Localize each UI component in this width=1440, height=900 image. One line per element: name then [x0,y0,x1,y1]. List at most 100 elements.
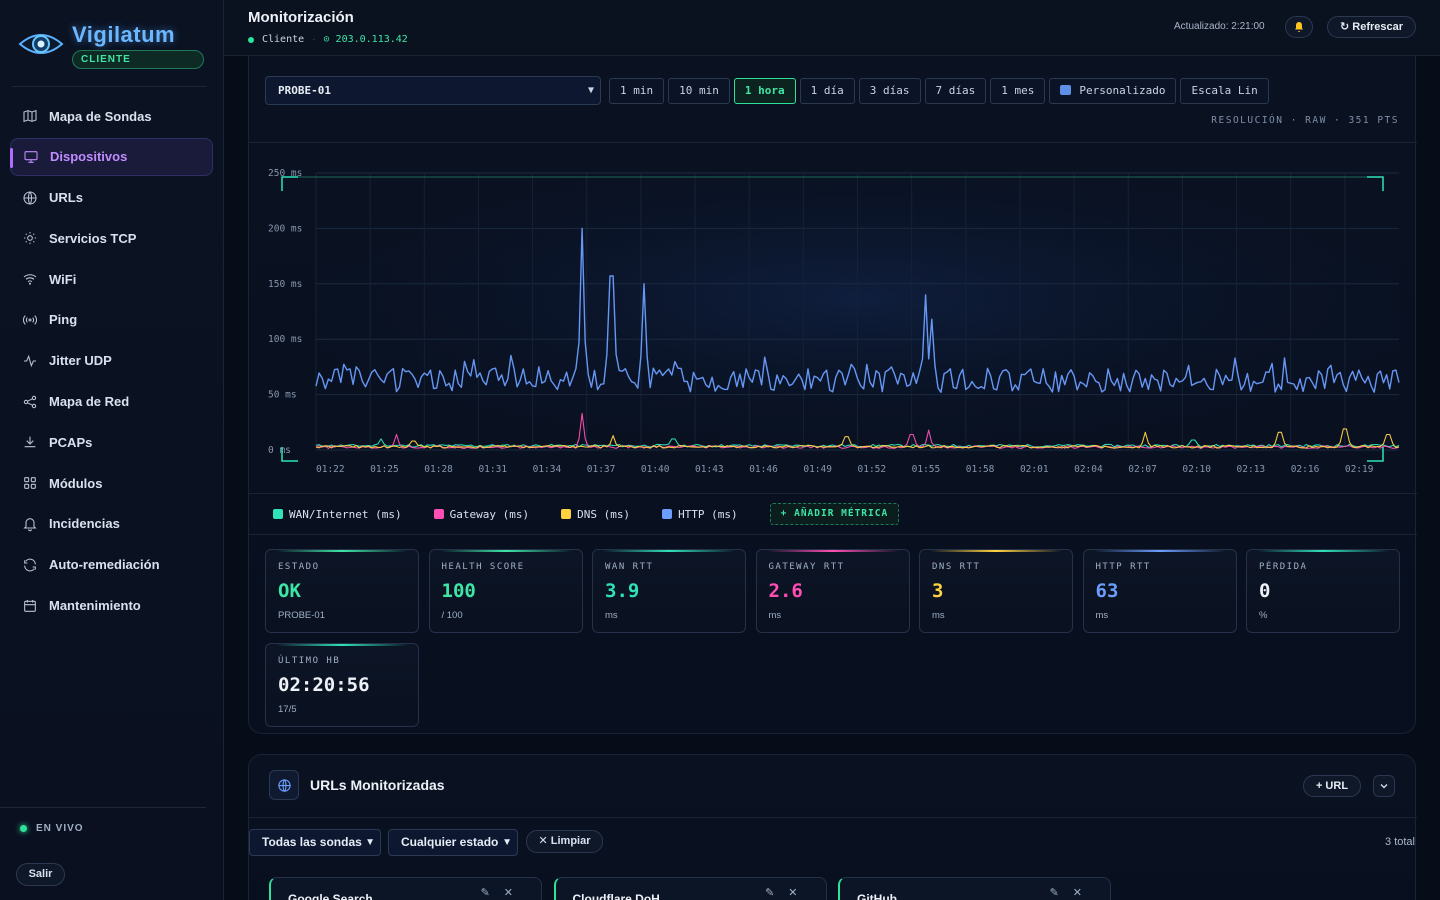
close-icon[interactable]: ✕ [788,887,811,899]
metric-card: HTTP RTT 63 ms [1082,549,1237,633]
sidebar-item-mapa-de-sondas[interactable]: Mapa de Sondas [10,97,213,135]
divider [0,807,206,808]
status-dot-icon [248,36,254,43]
sidebar-item-servicios-tcp[interactable]: Servicios TCP [10,219,213,257]
url-card-actions: ✎✕ [765,886,811,899]
metric-unit: % [1259,610,1268,621]
range-button[interactable]: 10 min [668,78,730,104]
sidebar-item-dispositivos[interactable]: Dispositivos [10,137,213,176]
latency-chart[interactable]: 250 ms 200 ms 150 ms 100 ms 50 ms 0 ms 01:22 01… [249,142,1417,494]
range-button[interactable]: 7 días [924,78,987,104]
calendar-icon [24,599,36,612]
legend-item[interactable]: Gateway (ms) [433,508,529,521]
metric-label: HEALTH SCORE [441,562,525,572]
wifi-icon [23,274,37,285]
sidebar-item-jitter-udp[interactable]: Jitter UDP [10,342,213,380]
x-tick-label: 01:43 [695,464,724,475]
probe-select[interactable]: PROBE-01 ▼ [265,76,601,105]
range-button[interactable]: 1 min [609,78,665,104]
x-tick-label: 02:07 [1128,464,1157,475]
logout-button[interactable]: Salir [16,863,65,886]
x-tick-label: 01:55 [912,464,941,475]
sidebar-item-módulos[interactable]: Módulos [10,464,213,502]
card-accent-bar [930,550,1062,552]
metric-value: 02:20:56 [278,674,370,696]
close-icon[interactable]: ✕ [504,887,527,899]
sidebar-item-ping[interactable]: Ping [10,301,213,339]
y-tick-label: 50 ms [268,390,297,401]
legend-item[interactable]: HTTP (ms) [662,508,738,521]
metric-value: 0 [1259,580,1271,602]
refresh-icon [24,558,36,572]
updated-timestamp: Actualizado: 2:21:00 [1174,21,1265,32]
brand[interactable]: Vigilatum CLIENTE [16,22,208,72]
sidebar-item-label: Mapa de Sondas [49,108,152,124]
chevron-down-icon: ▼ [502,837,512,848]
range-button[interactable]: 1 hora [733,78,796,104]
probe-filter-value: Todas las sondas [262,835,362,849]
edit-icon[interactable]: ✎ [765,887,788,899]
custom-range-button[interactable]: Personalizado [1049,78,1177,104]
legend-swatch [273,509,283,519]
sidebar-item-pcaps[interactable]: PCAPs [10,423,213,461]
url-card[interactable]: Cloudflare DoH ✎✕ [553,877,827,900]
card-accent-bar [276,550,408,552]
eye-logo-icon [18,34,64,54]
sidebar-item-incidencias[interactable]: Incidencias [10,505,213,543]
add-url-button[interactable]: + URL [1303,775,1361,797]
share-icon [23,395,37,408]
metric-value: OK [278,580,301,602]
metric-value: 100 [441,580,476,602]
sidebar-item-label: WiFi [49,271,77,287]
sidebar-item-label: Jitter UDP [49,353,112,369]
metric-card: ÚLTIMO HB 02:20:56 17/5 [265,643,419,727]
range-button[interactable]: 1 día [799,78,855,104]
sidebar-item-label: URLs [49,190,83,206]
chart-legend: WAN/Internet (ms) Gateway (ms) DNS (ms) HTT… [273,503,900,525]
range-button[interactable]: 1 mes [990,78,1046,104]
y-tick-label: 100 ms [268,334,302,345]
y-tick-label: 0 ms [268,445,291,456]
state-filter-select[interactable]: Cualquier estado ▼ [388,829,518,856]
sidebar-item-label: Servicios TCP [49,230,137,246]
sidebar-item-mapa-de-red[interactable]: Mapa de Red [10,383,213,421]
legend-item[interactable]: WAN/Internet (ms) [273,508,402,521]
sidebar-item-label: Módulos [49,475,103,491]
metric-unit: PROBE-01 [278,610,325,621]
notifications-button[interactable] [1285,16,1313,38]
top-header: Monitorización Cliente · ⊙ 203.0.113.42 … [224,0,1440,56]
url-card-title: Cloudflare DoH [572,892,660,900]
metric-card: ESTADO OK PROBE-01 [265,549,419,633]
probe-select-value: PROBE-01 [278,84,331,97]
range-button[interactable]: 3 días [858,78,921,104]
x-tick-label: 01:34 [533,464,562,475]
card-accent-bar [276,644,408,646]
probe-filter-select[interactable]: Todas las sondas ▼ [249,829,381,856]
url-card[interactable]: Google Search ✎✕ [269,877,542,900]
metric-label: DNS RTT [932,562,981,572]
calendar-icon [1060,85,1072,95]
edit-icon[interactable]: ✎ [1050,887,1073,899]
card-accent-bar [766,550,899,552]
add-metric-button[interactable]: + AÑADIR MÉTRICA [769,503,900,525]
sidebar-item-mantenimiento[interactable]: Mantenimiento [10,587,213,625]
metric-label: HTTP RTT [1095,562,1151,572]
sidebar-item-urls[interactable]: URLs [10,179,213,217]
close-icon[interactable]: ✕ [1073,887,1096,899]
sidebar-item-auto-remediación[interactable]: Auto-remediación [10,546,213,584]
sidebar-item-wifi[interactable]: WiFi [10,260,213,298]
collapse-button[interactable] [1373,775,1395,797]
refresh-button[interactable]: ↻ Refrescar [1327,16,1416,38]
x-tick-label: 01:52 [858,464,887,475]
clear-filters-button[interactable]: ✕ Limpiar [526,830,603,853]
url-card[interactable]: GitHub ✎✕ [838,877,1111,900]
role-badge: CLIENTE [72,50,204,69]
sidebar: Vigilatum CLIENTE Mapa de Sondas Disposit… [0,0,224,900]
card-accent-bar [1257,550,1389,552]
legend-item[interactable]: DNS (ms) [561,508,630,521]
resolution-label: RESOLUCIÓN · RAW · 351 PTS [1211,115,1399,126]
scale-toggle-button[interactable]: Escala Lin [1180,78,1269,104]
edit-icon[interactable]: ✎ [481,887,504,899]
metric-unit: ms [605,610,618,621]
x-tick-label: 02:16 [1291,464,1320,475]
